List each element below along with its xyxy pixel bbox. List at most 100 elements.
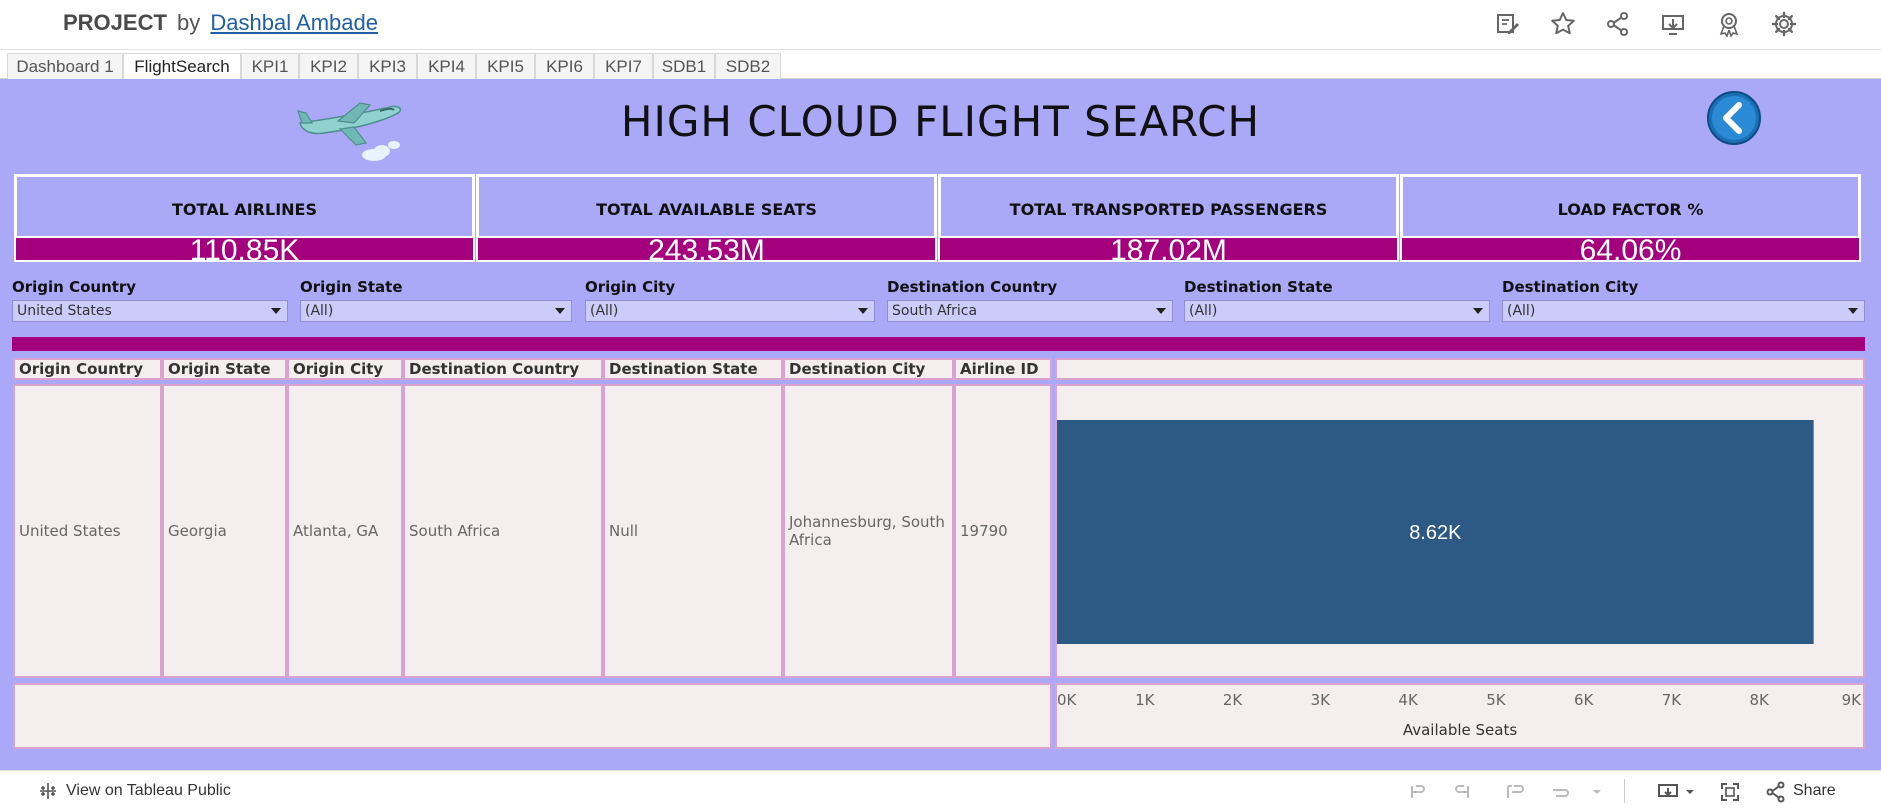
origin-city-select[interactable]: (All) (585, 300, 875, 322)
top-bar: PROJECT by Dashbal Ambade (0, 0, 1881, 50)
filter-label: Destination Country (887, 278, 1058, 296)
chevron-down-icon[interactable] (1585, 780, 1609, 804)
filter-label: Origin Country (12, 278, 137, 296)
tab-dashboard-1[interactable]: Dashboard 1 (7, 53, 123, 79)
badge-icon[interactable] (1715, 10, 1743, 38)
view-on-tableau-public-link[interactable]: View on Tableau Public (38, 781, 231, 801)
x-tick-label: 7K (1662, 691, 1683, 709)
kpi-label: TOTAL AVAILABLE SEATS (596, 200, 817, 219)
star-icon[interactable] (1549, 10, 1577, 38)
filter-destination-state: Destination State (All) (1184, 278, 1490, 324)
flight-table: Origin Country Origin State Origin City … (13, 358, 1052, 687)
fullscreen-icon[interactable] (1718, 780, 1742, 804)
x-tick-label: 0K (1057, 691, 1078, 709)
x-tick-label: 6K (1574, 691, 1595, 709)
x-axis: 0K 1K 2K 3K 4K 5K 6K 7K 8K 9K Available Seats (1057, 691, 1863, 739)
filter-destination-country: Destination Country South Africa (887, 278, 1173, 324)
kpi-label: TOTAL TRANSPORTED PASSENGERS (1009, 200, 1328, 219)
table-cell: Georgia (162, 384, 287, 678)
kpi-value: 64.06% (1400, 236, 1861, 262)
tab-kpi3[interactable]: KPI3 (358, 53, 417, 79)
chevron-down-icon (1848, 308, 1858, 314)
table-cell: Johannesburg, South Africa (783, 384, 954, 678)
x-tick-label: 9K (1842, 691, 1863, 709)
table-cell: 19790 (954, 384, 1052, 678)
chart-x-axis: 0K 1K 2K 3K 4K 5K 6K 7K 8K 9K Available Seats (1055, 683, 1865, 749)
chevron-down-icon (1156, 308, 1166, 314)
chevron-down-icon (555, 308, 565, 314)
kpi-total-airlines: TOTAL AIRLINES 110.85K (14, 174, 475, 266)
table-header: Origin City (287, 358, 403, 380)
tab-kpi6[interactable]: KPI6 (535, 53, 594, 79)
revert-icon[interactable] (1502, 780, 1526, 804)
kpi-load-factor: LOAD FACTOR % 64.06% (1400, 174, 1861, 266)
tab-sdb1[interactable]: SDB1 (653, 53, 715, 79)
undo-icon[interactable] (1404, 780, 1428, 804)
destination-city-select[interactable]: (All) (1502, 300, 1865, 322)
table-header: Destination State (603, 358, 783, 380)
chevron-down-icon (1473, 308, 1483, 314)
destination-country-select[interactable]: South Africa (887, 300, 1173, 322)
chevron-down-icon (858, 308, 868, 314)
share-icon[interactable] (1764, 780, 1788, 804)
download-icon[interactable] (1659, 10, 1687, 38)
chevron-down-icon (271, 308, 281, 314)
x-tick-label: 5K (1486, 691, 1507, 709)
share-icon[interactable] (1604, 10, 1632, 38)
kpi-total-transported-passengers: TOTAL TRANSPORTED PASSENGERS 187.02M (938, 174, 1399, 266)
redo-icon[interactable] (1452, 780, 1476, 804)
tab-kpi5[interactable]: KPI5 (476, 53, 535, 79)
kpi-value: 187.02M (938, 236, 1399, 262)
sheet-tabs: Dashboard 1 FlightSearch KPI1 KPI2 KPI3 … (0, 50, 1881, 79)
edit-data-icon[interactable] (1494, 10, 1522, 38)
kpi-total-available-seats: TOTAL AVAILABLE SEATS 243.53M (476, 174, 937, 266)
filter-origin-city: Origin City (All) (585, 278, 875, 324)
table-header: Origin State (162, 358, 287, 380)
kpi-value: 110.85K (14, 236, 475, 262)
origin-country-select[interactable]: United States (12, 300, 288, 322)
table-cell: South Africa (403, 384, 603, 678)
tab-sdb2[interactable]: SDB2 (715, 53, 781, 79)
refresh-icon[interactable] (1548, 780, 1572, 804)
download-icon[interactable] (1656, 780, 1680, 804)
back-arrow-icon[interactable] (1706, 90, 1762, 146)
chart-header (1055, 358, 1865, 380)
filter-label: Origin State (300, 278, 403, 296)
destination-state-select[interactable]: (All) (1184, 300, 1490, 322)
tab-flightsearch[interactable]: FlightSearch (123, 53, 241, 79)
table-header: Airline ID (954, 358, 1052, 380)
filter-origin-country: Origin Country United States (12, 278, 288, 324)
workbook-title: PROJECT by Dashbal Ambade (63, 10, 378, 36)
filter-label: Destination City (1502, 278, 1639, 296)
gear-icon[interactable] (1770, 10, 1798, 38)
tab-kpi2[interactable]: KPI2 (299, 53, 358, 79)
divider-band (12, 337, 1865, 351)
filter-destination-city: Destination City (All) (1502, 278, 1865, 324)
tab-kpi7[interactable]: KPI7 (594, 53, 653, 79)
project-name: PROJECT (63, 10, 167, 35)
table-footer-blank (13, 683, 1052, 749)
kpi-value: 243.53M (476, 236, 937, 262)
dashboard-title: HIGH CLOUD FLIGHT SEARCH (620, 97, 1261, 146)
kpi-label: TOTAL AIRLINES (172, 200, 317, 219)
filter-label: Origin City (585, 278, 676, 296)
author-link[interactable]: Dashbal Ambade (210, 10, 378, 35)
origin-state-select[interactable]: (All) (300, 300, 572, 322)
table-cell: Null (603, 384, 783, 678)
toolbar-divider (1624, 779, 1625, 803)
kpi-label: LOAD FACTOR % (1557, 200, 1704, 219)
share-button[interactable]: Share (1793, 782, 1836, 800)
tab-kpi4[interactable]: KPI4 (417, 53, 476, 79)
x-tick-label: 8K (1750, 691, 1771, 709)
table-header: Origin Country (13, 358, 162, 380)
chevron-down-icon[interactable] (1678, 780, 1702, 804)
filter-label: Destination State (1184, 278, 1333, 296)
tab-kpi1[interactable]: KPI1 (241, 53, 299, 79)
x-tick-label: 2K (1223, 691, 1244, 709)
table-cell: Atlanta, GA (287, 384, 403, 678)
x-tick-label: 4K (1398, 691, 1419, 709)
table-header: Destination City (783, 358, 954, 380)
bar-chart: 8.62K (1057, 420, 1814, 644)
by-text: by (177, 10, 201, 35)
filter-origin-state: Origin State (All) (300, 278, 572, 324)
